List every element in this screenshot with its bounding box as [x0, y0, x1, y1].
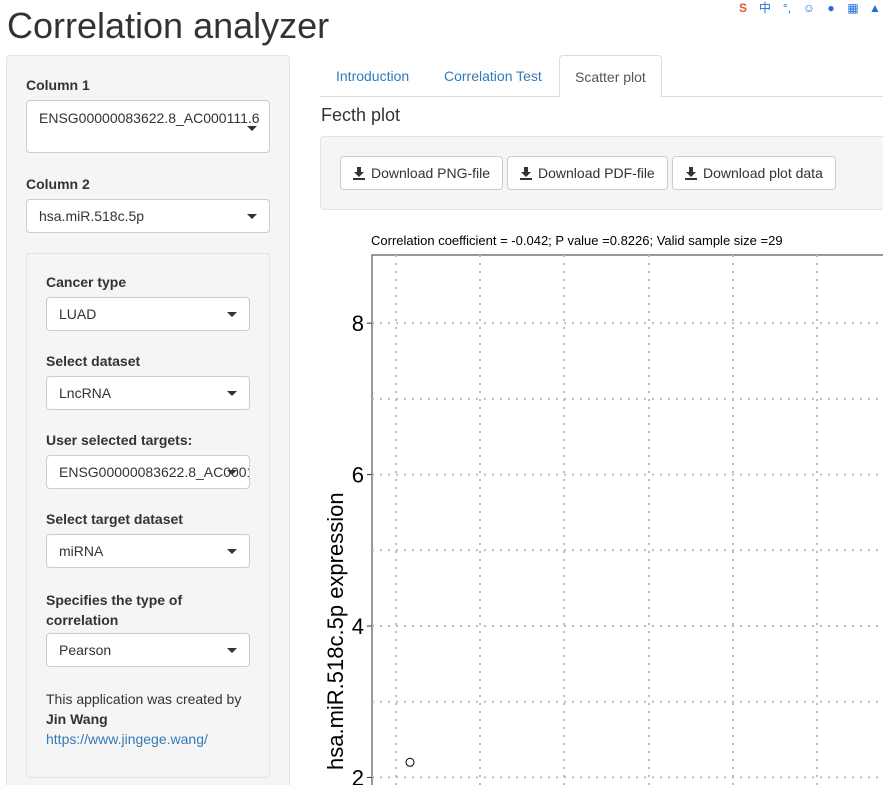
sogou-s-icon[interactable]: S [735, 1, 751, 15]
chevron-down-icon [227, 391, 237, 396]
y-axis-label: hsa.miR.518c.5p expression [323, 492, 348, 770]
emoji-icon[interactable]: ☺ [801, 1, 817, 15]
column2-select[interactable]: hsa.miR.518c.5p [26, 199, 270, 233]
targets-value: ENSG00000083622.8_AC000111.6 [59, 464, 249, 480]
user-icon[interactable]: ▲ [867, 1, 883, 15]
chinese-input-icon[interactable]: 中 [757, 1, 773, 15]
download-png-button[interactable]: Download PNG-file [340, 156, 504, 190]
targets-select[interactable]: ENSG00000083622.8_AC000111.6 [46, 455, 250, 489]
y-tick-label: 8 [352, 311, 364, 336]
credit-link[interactable]: https://www.jingege.wang/ [46, 731, 208, 747]
column2-value: hsa.miR.518c.5p [39, 208, 145, 224]
chevron-down-icon [227, 470, 237, 475]
credit-block: This application was created by Jin Wang… [46, 689, 256, 749]
download-data-label: Download plot data [703, 165, 823, 181]
y-tick-label: 4 [352, 614, 364, 639]
download-png-label: Download PNG-file [371, 165, 491, 181]
chevron-down-icon [227, 648, 237, 653]
system-tray: S 中 °, ☺ ● ▦ ▲ [703, 0, 883, 16]
sidebar-panel: Column 1 ENSG00000083622.8_AC000111.6 Co… [6, 55, 290, 785]
tab-correlation-test[interactable]: Correlation Test [429, 55, 557, 97]
credit-text: This application was created by [46, 691, 242, 707]
y-tick-label: 6 [352, 463, 364, 488]
plot-area: 2 4 6 8 [352, 254, 883, 785]
tab-scatter-plot[interactable]: Scatter plot [559, 55, 662, 98]
column2-label: Column 2 [26, 176, 90, 192]
dataset-select[interactable]: LncRNA [46, 376, 250, 410]
y-tick-label: 2 [352, 765, 364, 785]
dataset-label: Select dataset [46, 353, 141, 369]
chevron-down-icon [247, 214, 257, 219]
download-pdf-button[interactable]: Download PDF-file [507, 156, 668, 190]
correlation-select[interactable]: Pearson [46, 633, 250, 667]
app-title: Correlation analyzer [7, 5, 330, 46]
section-title: Fecth plot [321, 105, 401, 125]
download-well: Download PNG-file Download PDF-file Down… [320, 136, 883, 210]
credit-author: Jin Wang [46, 711, 108, 727]
download-data-button[interactable]: Download plot data [672, 156, 836, 190]
cancer-type-label: Cancer type [46, 274, 127, 290]
targets-label: User selected targets: [46, 432, 193, 448]
download-icon [685, 166, 697, 180]
dataset-value: LncRNA [59, 385, 112, 401]
chevron-down-icon [227, 549, 237, 554]
settings-well: Cancer type LUAD Select dataset LncRNA U… [26, 253, 270, 778]
keyboard-icon[interactable]: ▦ [845, 1, 861, 15]
download-icon [520, 166, 532, 180]
correlation-label: Specifies the type of correlation [46, 592, 183, 628]
chevron-down-icon [227, 312, 237, 317]
target-dataset-label: Select target dataset [46, 511, 183, 527]
scatter-plot-svg: Correlation coefficient = -0.042; P valu… [323, 233, 883, 785]
column1-label: Column 1 [26, 77, 90, 93]
microphone-icon[interactable]: ● [823, 1, 839, 15]
tab-introduction[interactable]: Introduction [321, 55, 424, 97]
target-dataset-value: miRNA [59, 543, 104, 559]
correlation-value: Pearson [59, 642, 112, 658]
target-dataset-select[interactable]: miRNA [46, 534, 250, 568]
download-pdf-label: Download PDF-file [538, 165, 655, 181]
download-icon [353, 166, 365, 180]
tab-bar: Introduction Correlation Test Scatter pl… [320, 55, 883, 98]
cancer-type-select[interactable]: LUAD [46, 297, 250, 331]
chevron-down-icon [247, 126, 257, 131]
column1-select[interactable]: ENSG00000083622.8_AC000111.6 [26, 100, 270, 153]
column1-value: ENSG00000083622.8_AC000111.6 [39, 110, 260, 126]
cancer-type-value: LUAD [59, 306, 97, 322]
punctuation-icon[interactable]: °, [779, 1, 795, 15]
plot-panel [371, 254, 883, 785]
scatter-plot: Correlation coefficient = -0.042; P valu… [320, 225, 883, 785]
plot-title: Correlation coefficient = -0.042; P valu… [371, 233, 783, 248]
